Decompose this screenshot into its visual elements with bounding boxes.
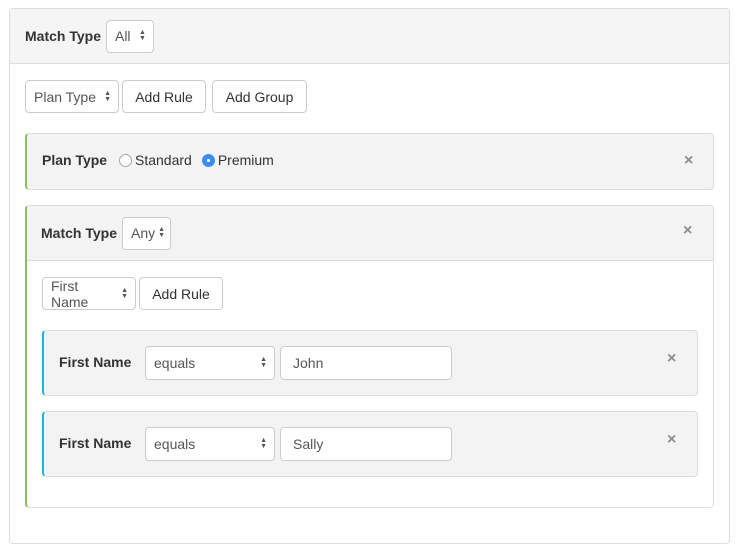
plan-type-rule: Plan Type Standard Premium × [25,133,714,190]
rule-label: First Name [59,435,132,451]
field-select[interactable]: First Name ▲ ▼ [42,277,136,310]
group-header: Match Type Any ▲ ▼ × [27,206,713,261]
close-icon[interactable]: × [684,153,693,169]
rule-label: Plan Type [42,152,108,168]
operator-select[interactable]: equals ▲ ▼ [145,346,275,380]
operator-select[interactable]: equals ▲ ▼ [145,427,275,461]
radio-standard-label: Standard [135,152,192,168]
operator-value: equals [154,355,196,371]
field-select-value: Plan Type [34,88,97,105]
radio-standard[interactable] [119,153,132,167]
match-type-value: Any [130,225,156,241]
root-group-header: Match Type All ▲ ▼ [10,9,729,64]
match-type-label: Match Type [41,225,117,241]
plan-type-radio-group: Standard Premium [119,152,274,168]
rule-label: First Name [59,354,132,370]
match-type-value: All [114,28,131,44]
query-builder: Match Type All ▲ ▼ Plan Type ▲ ▼ Add Rule … [9,8,730,544]
match-type-select[interactable]: All ▲ ▼ [105,19,154,53]
field-select[interactable]: Plan Type ▲ ▼ [25,80,119,113]
close-icon[interactable]: × [667,351,676,367]
group-toolbar: First Name ▲ ▼ Add Rule [42,277,223,310]
select-arrows-icon: ▲ ▼ [260,437,267,450]
select-arrows-icon: ▲ ▼ [158,226,166,239]
radio-premium-label: Premium [217,152,274,168]
select-arrows-icon: ▲ ▼ [139,29,146,42]
select-arrows-icon: ▲ ▼ [260,356,267,369]
add-group-button[interactable]: Add Group [212,80,307,113]
value-input[interactable] [280,346,452,380]
select-arrows-icon: ▲ ▼ [121,286,128,300]
rule-row: First Name equals ▲▼ × [42,411,698,477]
add-rule-button[interactable]: Add Rule [122,80,206,113]
nested-group: Match Type Any ▲ ▼ × First Name ▲ ▼ Add Ru… [25,205,714,508]
operator-value: equals [154,436,196,452]
radio-premium[interactable] [201,153,215,167]
close-icon[interactable]: × [683,223,692,239]
match-type-label: Match Type [25,28,101,44]
close-icon[interactable]: × [667,432,676,448]
value-input[interactable] [280,427,452,461]
root-toolbar: Plan Type ▲ ▼ Add Rule Add Group [25,80,307,113]
rule-row: First Name equals ▲▼ × [42,330,698,396]
add-rule-button[interactable]: Add Rule [139,277,223,310]
select-arrows-icon: ▲ ▼ [104,89,111,103]
field-select-value: First Name [51,277,89,310]
match-type-select[interactable]: Any ▲ ▼ [121,216,171,250]
